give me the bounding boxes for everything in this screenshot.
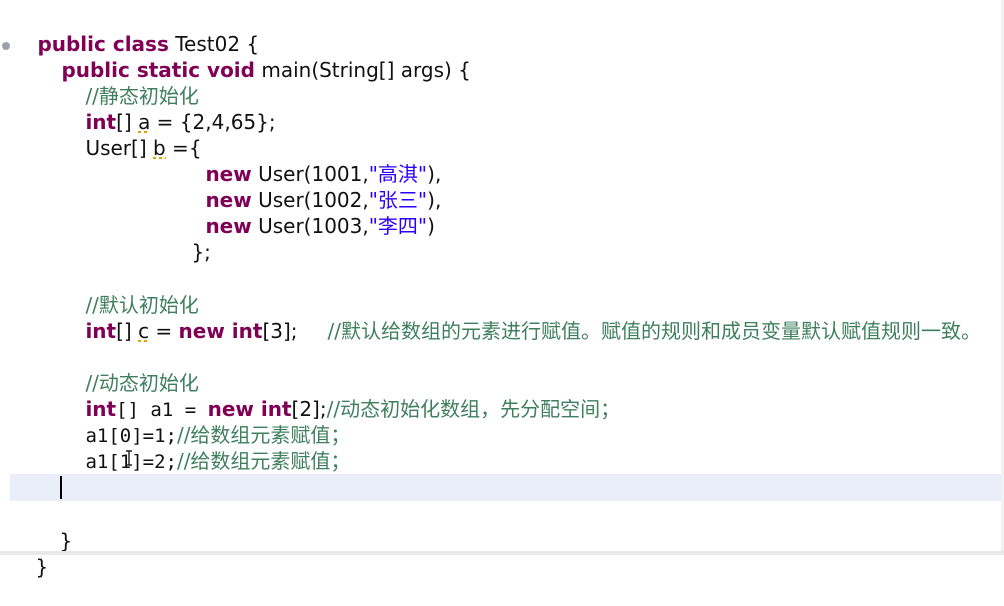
- code-line-user-1003[interactable]: new User(1003,"李四"): [0, 187, 1004, 238]
- code-line-comment-static[interactable]: //静态初始化: [0, 57, 1004, 108]
- array-size: [3];: [262, 319, 298, 343]
- code-line-int-array-a[interactable]: int[] a = {2,4,65};: [0, 83, 1004, 134]
- code-line-class-decl[interactable]: public class Test02 {: [0, 5, 1004, 56]
- code-editor[interactable]: public class Test02 { public static void…: [0, 0, 1004, 579]
- code-line-main-decl[interactable]: public static void main(String[] args) {: [0, 31, 1004, 82]
- code-line-a1-1-assign[interactable]: a1[1]=2;//给数组元素赋值；: [0, 422, 1004, 473]
- code-line-comment-dynamic[interactable]: //动态初始化: [0, 344, 1004, 395]
- code-line-user-array-b[interactable]: User[] b ={: [0, 109, 1004, 160]
- variable-c: c: [138, 319, 150, 343]
- code-line-user-1001[interactable]: new User(1001,"高淇"),: [0, 135, 1004, 186]
- current-line-highlight: [10, 474, 1004, 501]
- code-line-comment-default[interactable]: //默认初始化: [0, 266, 1004, 317]
- ibeam-cursor-icon: [126, 450, 132, 466]
- keyword-int: int: [85, 319, 117, 343]
- code-line-array-close[interactable]: };: [0, 213, 1004, 264]
- editor-bottom-border: [0, 551, 1004, 555]
- class-close-brace: }: [35, 555, 49, 579]
- code-line-int-array-c[interactable]: int[] c = new int[3]; //默认给数组的元素进行赋值。赋值的规…: [0, 292, 1004, 343]
- keyword-new-int: new int: [178, 319, 263, 343]
- assign-operator: =: [149, 319, 179, 343]
- code-line-int-array-a1[interactable]: int[] a1 = new int[2];//动态初始化数组，先分配空间；: [0, 370, 1004, 421]
- code-line-a1-0-assign[interactable]: a1[0]=1;//给数组元素赋值；: [0, 396, 1004, 447]
- code-line-user-1002[interactable]: new User(1002,"张三"),: [0, 161, 1004, 212]
- array-brackets: []: [116, 319, 139, 343]
- code-line-main-close[interactable]: }: [0, 502, 1004, 553]
- comment-default-values: //默认给数组的元素进行赋值。赋值的规则和成员变量默认赋值规则一致。: [327, 319, 982, 343]
- text-caret: [60, 476, 62, 499]
- comment-assign: //给数组元素赋值；: [176, 449, 351, 473]
- array-close-brace: };: [191, 240, 211, 264]
